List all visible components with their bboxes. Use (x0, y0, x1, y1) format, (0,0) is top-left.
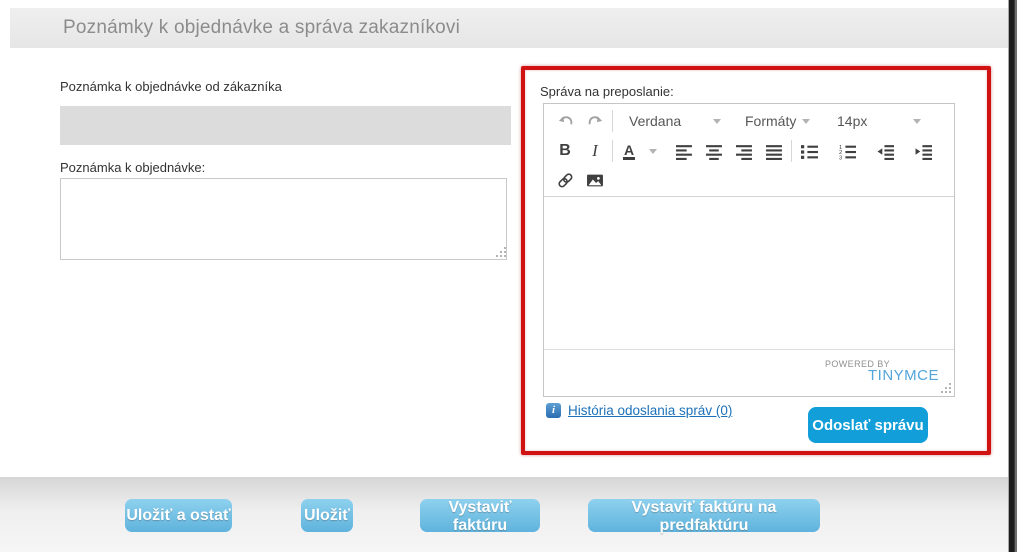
redo-button[interactable] (580, 108, 610, 134)
toolbar-row-2: B I A (544, 136, 954, 166)
tinymce-brand-link[interactable]: TINYMCE (868, 367, 939, 384)
footer-bar: Uložiť a ostať Uložiť Vystaviť faktúru V… (0, 477, 1008, 552)
bullet-list-button[interactable] (794, 138, 824, 164)
page-title: Poznámky k objednávke a správa zakazníko… (63, 8, 460, 48)
editor-content-area[interactable] (544, 197, 954, 349)
customer-note-field (60, 106, 511, 145)
redo-icon (587, 113, 604, 130)
outdent-icon (877, 143, 894, 160)
numbered-list-icon: 123 (839, 143, 856, 160)
align-left-button[interactable] (669, 138, 699, 164)
bold-icon: B (559, 142, 571, 160)
order-notes-page: Poznámky k objednávke a správa zakazníko… (0, 0, 1017, 552)
save-button[interactable]: Uložiť (301, 499, 353, 532)
undo-button[interactable] (550, 108, 580, 134)
toolbar-separator (612, 140, 613, 162)
resize-grip-icon[interactable] (940, 382, 952, 394)
toolbar-separator (612, 110, 613, 132)
indent-icon (915, 143, 932, 160)
issue-invoice-button[interactable]: Vystaviť faktúru (420, 499, 540, 532)
insert-image-button[interactable] (580, 168, 610, 194)
outdent-button[interactable] (870, 138, 900, 164)
toolbar-separator (791, 140, 792, 162)
editor-statusbar: POWERED BY TINYMCE (544, 349, 954, 395)
chevron-down-icon (802, 119, 810, 124)
text-color-dropdown[interactable] (643, 138, 663, 164)
align-right-icon (736, 143, 753, 160)
right-edge-strip (1008, 0, 1017, 552)
formats-value: Formáty (745, 113, 796, 129)
align-justify-button[interactable] (759, 138, 789, 164)
image-icon (586, 172, 604, 189)
text-color-icon: A (623, 143, 635, 160)
send-message-button[interactable]: Odoslať správu (808, 407, 928, 443)
link-icon (557, 172, 574, 189)
page-header: Poznámky k objednávke a správa zakazníko… (10, 8, 1008, 48)
italic-icon: I (592, 141, 598, 161)
align-right-button[interactable] (729, 138, 759, 164)
save-and-stay-button[interactable]: Uložiť a ostať (125, 499, 232, 532)
chevron-down-icon (649, 149, 657, 154)
italic-button[interactable]: I (580, 138, 610, 164)
resize-grip-icon[interactable] (495, 246, 507, 258)
bold-button[interactable]: B (550, 138, 580, 164)
text-color-button[interactable]: A (615, 138, 643, 164)
font-size-value: 14px (837, 113, 867, 129)
font-size-select[interactable]: 14px (831, 108, 927, 134)
undo-icon (557, 113, 574, 130)
formats-select[interactable]: Formáty (739, 108, 827, 134)
font-family-select[interactable]: Verdana (623, 108, 727, 134)
info-icon: i (546, 403, 561, 418)
tinymce-editor: Verdana Formáty 14px B I (543, 103, 955, 397)
numbered-list-button[interactable]: 123 (832, 138, 862, 164)
font-family-value: Verdana (629, 113, 681, 129)
toolbar-row-3 (544, 166, 954, 195)
message-label: Správa na preposlanie: (540, 84, 674, 99)
align-center-button[interactable] (699, 138, 729, 164)
history-link[interactable]: História odoslania správ (0) (568, 403, 732, 418)
indent-button[interactable] (908, 138, 938, 164)
align-justify-icon (766, 143, 783, 160)
chevron-down-icon (713, 119, 721, 124)
align-left-icon (676, 143, 693, 160)
order-note-field[interactable] (60, 178, 507, 260)
insert-link-button[interactable] (550, 168, 580, 194)
customer-note-label: Poznámka k objednávke od zákazníka (60, 79, 282, 94)
svg-text:3: 3 (839, 155, 842, 160)
issue-invoice-proforma-button[interactable]: Vystaviť faktúru na predfaktúru (588, 499, 820, 532)
chevron-down-icon (913, 119, 921, 124)
toolbar-row-1: Verdana Formáty 14px (544, 106, 954, 136)
bullet-list-icon (801, 143, 818, 160)
order-note-label: Poznámka k objednávke: (60, 160, 205, 175)
align-center-icon (706, 143, 723, 160)
editor-toolbar: Verdana Formáty 14px B I (544, 104, 954, 197)
